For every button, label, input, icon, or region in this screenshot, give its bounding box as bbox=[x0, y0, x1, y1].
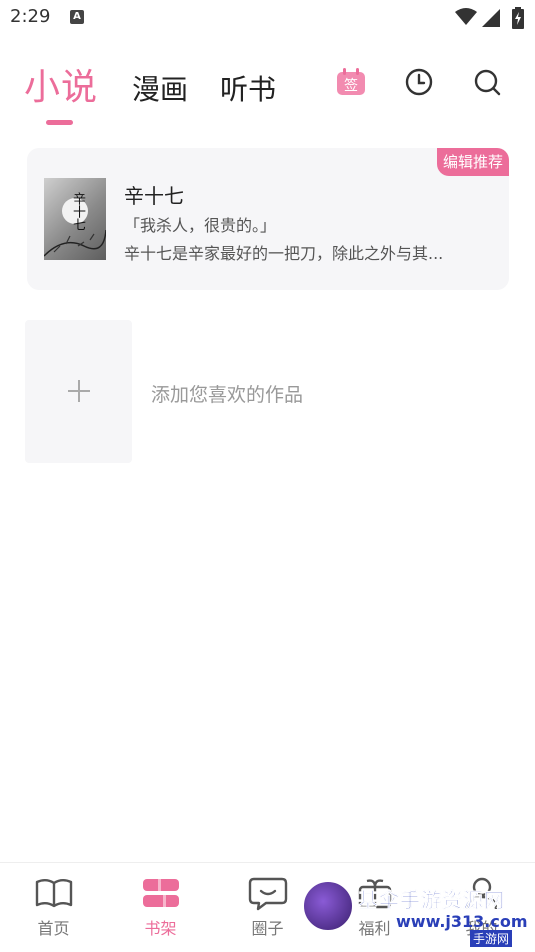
watermark-logo bbox=[302, 880, 354, 932]
cover-branch-art bbox=[44, 229, 106, 257]
book-open-icon bbox=[35, 879, 73, 908]
top-tabs: 小说 漫画 听书 bbox=[0, 56, 535, 126]
book-quote: 「我杀人，很贵的。」 bbox=[124, 216, 277, 235]
tab-comic[interactable]: 漫画 bbox=[132, 68, 188, 108]
search-icon bbox=[474, 69, 501, 96]
add-work-label[interactable]: 添加您喜欢的作品 bbox=[151, 380, 303, 407]
tab-audio[interactable]: 听书 bbox=[220, 68, 276, 108]
editor-pick-badge: 编辑推荐 bbox=[436, 148, 509, 176]
signin-button[interactable]: 签 bbox=[336, 68, 366, 96]
status-bar: 2:29 A bbox=[0, 0, 535, 36]
signin-label: 签 bbox=[344, 77, 358, 94]
book-cover: 辛十七 bbox=[44, 178, 106, 260]
book-title: 辛十七 bbox=[124, 184, 184, 208]
recommendation-card[interactable]: 编辑推荐 辛十七 辛十七 「我杀人，很贵的。」 辛十七是辛家最好的一把刀，除此之… bbox=[27, 148, 509, 290]
status-time: 2:29 bbox=[10, 6, 51, 27]
wifi-icon bbox=[455, 8, 477, 25]
history-button[interactable] bbox=[403, 66, 435, 98]
add-work-tile[interactable] bbox=[25, 320, 132, 463]
signal-icon bbox=[482, 9, 500, 27]
nav-label-bookshelf: 书架 bbox=[144, 919, 177, 938]
search-button[interactable] bbox=[471, 66, 503, 98]
watermark-url: www.j313.com bbox=[396, 912, 528, 931]
bookshelf-icon bbox=[143, 879, 179, 907]
a-icon: A bbox=[70, 10, 84, 24]
watermark-title: 基伞手游资源网 bbox=[358, 888, 505, 913]
nav-label-home: 首页 bbox=[37, 919, 70, 938]
chat-bubble-icon bbox=[248, 877, 288, 911]
tab-novel[interactable]: 小说 bbox=[24, 58, 98, 110]
tab-indicator bbox=[46, 120, 73, 125]
site-watermark: 基伞手游资源网 www.j313.com 手游网 bbox=[298, 876, 535, 952]
battery-icon bbox=[512, 7, 524, 29]
calendar-signin-icon: 签 bbox=[337, 68, 365, 95]
watermark-sub: 手游网 bbox=[470, 930, 513, 947]
nav-item-bookshelf[interactable]: 书架 bbox=[107, 863, 214, 952]
clock-icon bbox=[405, 68, 433, 96]
book-description: 辛十七是辛家最好的一把刀，除此之外与其... bbox=[124, 244, 444, 263]
nav-item-home[interactable]: 首页 bbox=[0, 863, 107, 952]
